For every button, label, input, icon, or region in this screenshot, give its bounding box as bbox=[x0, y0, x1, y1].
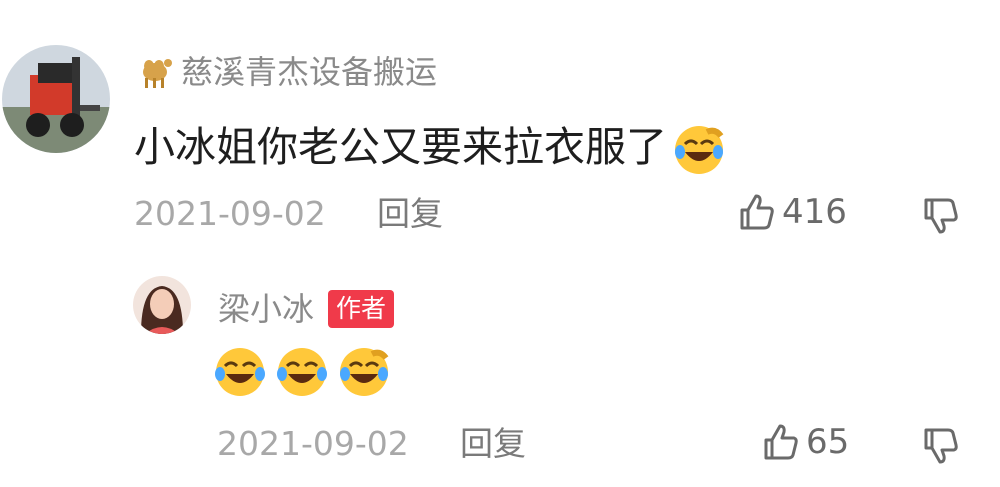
author-avatar[interactable] bbox=[133, 276, 191, 334]
laughing-crying-emoji-icon bbox=[274, 344, 330, 400]
laughing-crying-emoji-icon bbox=[212, 344, 268, 400]
thumbs-up-icon bbox=[740, 194, 774, 230]
thumbs-up-icon bbox=[764, 424, 798, 460]
like-button[interactable]: 65 bbox=[760, 422, 849, 462]
camel-icon bbox=[143, 59, 172, 88]
reply-text bbox=[212, 344, 398, 400]
laughing-crying-emoji-icon bbox=[336, 344, 392, 400]
like-count: 65 bbox=[806, 422, 850, 462]
thumbs-down-icon bbox=[924, 428, 958, 464]
commenter-avatar[interactable] bbox=[2, 45, 110, 153]
laughing-crying-emoji-icon bbox=[671, 122, 727, 178]
like-count: 416 bbox=[782, 192, 847, 232]
commenter-name-text: 慈溪青杰设备搬运 bbox=[181, 53, 438, 91]
author-badge: 作者 bbox=[328, 290, 395, 328]
like-button[interactable]: 416 bbox=[736, 192, 847, 232]
comment-text-content: 小冰姐你老公又要来拉衣服了 bbox=[134, 123, 667, 171]
dislike-button[interactable] bbox=[920, 426, 960, 466]
comment-date: 2021-09-02 bbox=[134, 194, 326, 233]
author-name-text: 梁小冰 bbox=[218, 290, 315, 328]
comment-text: 小冰姐你老公又要来拉衣服了 bbox=[134, 116, 727, 178]
thumbs-down-icon bbox=[924, 198, 958, 234]
commenter-name[interactable]: 慈溪青杰设备搬运 bbox=[135, 52, 437, 92]
dislike-button[interactable] bbox=[920, 196, 960, 236]
author-name[interactable]: 梁小冰 作者 bbox=[218, 289, 395, 329]
reply-button[interactable]: 回复 bbox=[377, 194, 443, 234]
reply-button[interactable]: 回复 bbox=[460, 424, 526, 464]
reply-date: 2021-09-02 bbox=[217, 424, 409, 463]
